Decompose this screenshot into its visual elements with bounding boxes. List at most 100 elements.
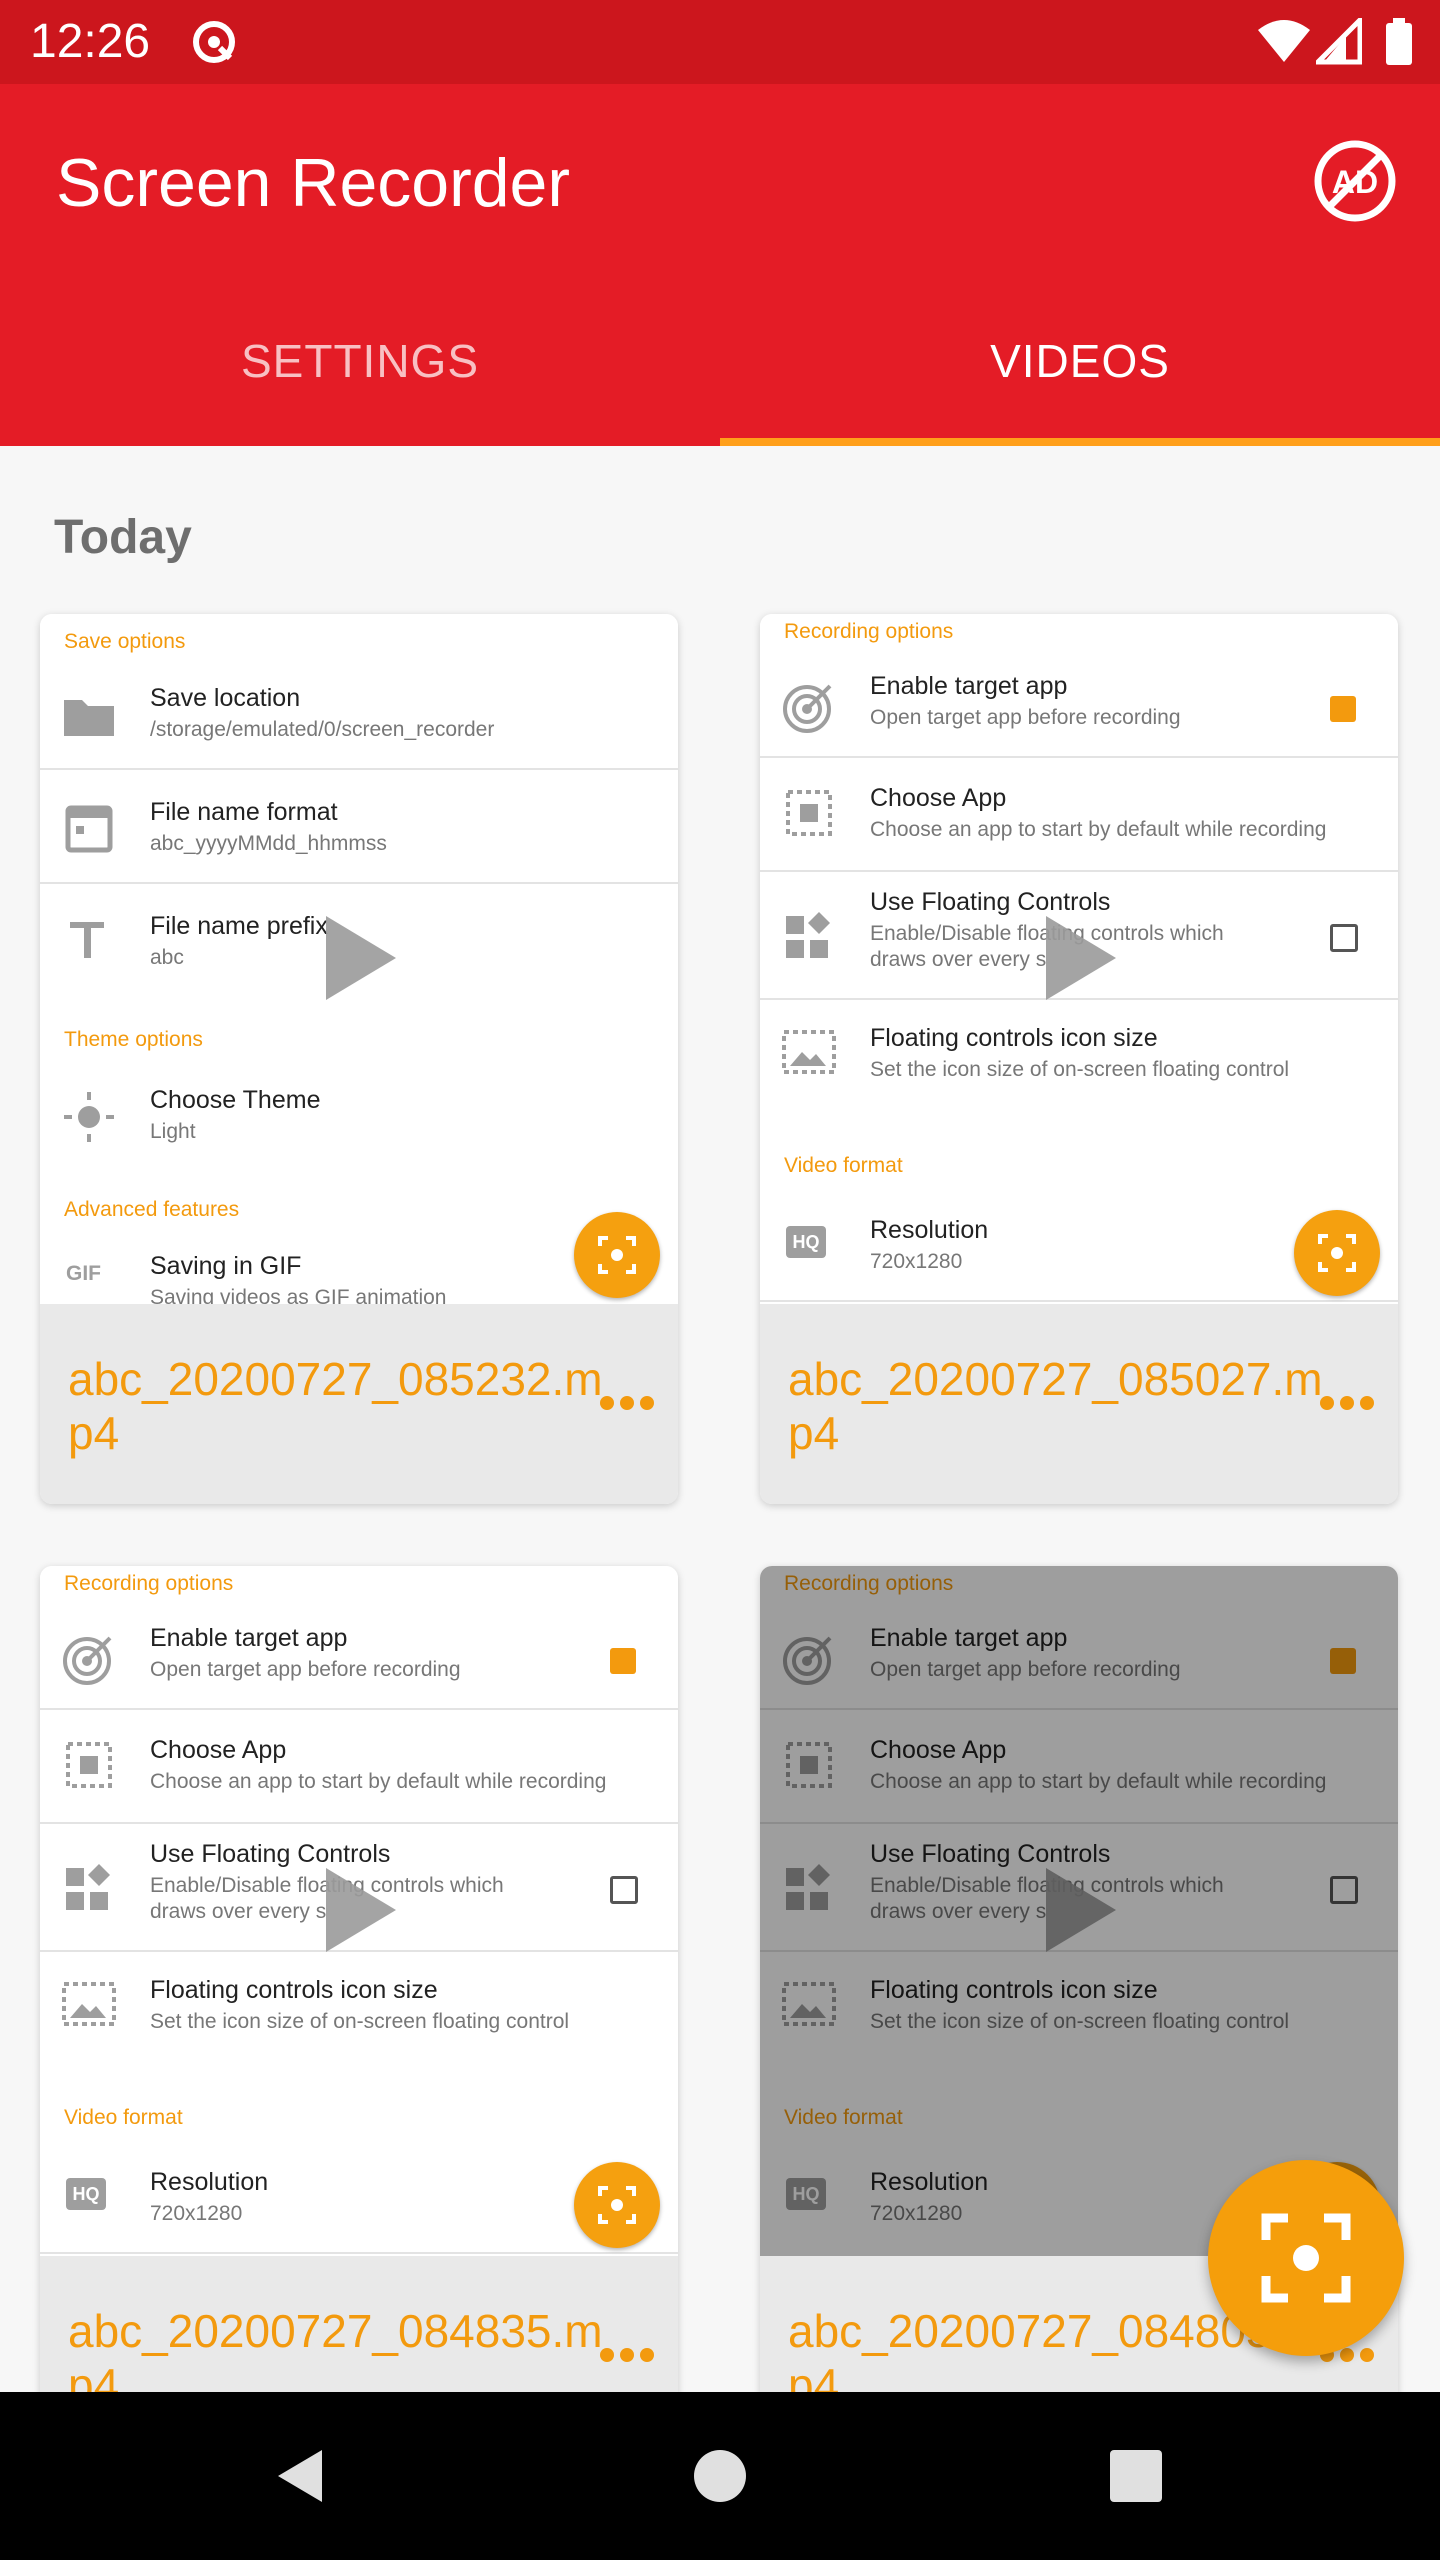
- preview-row-title: Choose Theme: [150, 1086, 321, 1114]
- video-thumbnail[interactable]: Recording options Enable target app Open…: [760, 1566, 1398, 2256]
- preview-row-title: Use Floating Controls: [150, 1840, 391, 1868]
- app-bar: Screen Recorder AD SETTINGS VIDEOS: [0, 84, 1440, 446]
- preview-row-subtitle: 720x1280: [870, 1250, 963, 1273]
- preview-row: Choose Theme Light: [40, 1066, 678, 1176]
- select-app-icon: [66, 1742, 112, 1788]
- preview-row-title: File name prefix: [150, 912, 328, 940]
- preview-group-label: Video format: [64, 2106, 183, 2129]
- preview-row-subtitle: 720x1280: [150, 2202, 243, 2225]
- preview-row-subtitle: Choose an app to start by default while …: [150, 1770, 607, 1793]
- preview-row-title: Saving in GIF: [150, 1252, 302, 1280]
- video-name[interactable]: abc_20200727_085232.mp4: [68, 1352, 608, 1460]
- gif-icon: GIF: [66, 1262, 101, 1285]
- home-icon[interactable]: [690, 2446, 750, 2506]
- preview-row-title: Floating controls icon size: [870, 1024, 1158, 1052]
- select-app-icon: [786, 790, 832, 836]
- divider: [760, 1300, 1398, 1302]
- preview-group-label: Advanced features: [64, 1198, 240, 1221]
- preview-row-title: Choose App: [150, 1736, 287, 1764]
- preview-row-title: File name format: [150, 798, 338, 826]
- preview-row-subtitle: Open target app before recording: [150, 1658, 461, 1681]
- video-card[interactable]: Save options Save location /storage/emul…: [40, 614, 678, 1504]
- preview-row: Choose App Choose an app to start by def…: [40, 1710, 678, 1822]
- divider: [40, 2252, 678, 2254]
- preview-row-subtitle: Set the icon size of on-screen floating …: [870, 1058, 1290, 1081]
- status-bar: 12:26: [0, 0, 1440, 84]
- hq-icon: HQ: [786, 1226, 826, 1258]
- video-thumbnail[interactable]: Save options Save location /storage/emul…: [40, 614, 678, 1304]
- app-title: Screen Recorder: [56, 145, 571, 221]
- widgets-icon: [66, 1864, 110, 1910]
- preview-row-title: Use Floating Controls: [870, 888, 1111, 916]
- preview-group-label: Recording options: [64, 1572, 234, 1595]
- more-icon[interactable]: [600, 2348, 660, 2368]
- record-screen-icon: [1294, 1210, 1380, 1296]
- preview-row-title: Enable target app: [150, 1624, 348, 1652]
- icon-size-icon: [62, 1982, 116, 2026]
- preview-row-title: Resolution: [150, 2168, 269, 2196]
- preview-row: Enable target app Open target app before…: [40, 1606, 678, 1706]
- signal-icon: [1316, 18, 1362, 65]
- checkbox-unchecked: [1330, 924, 1358, 952]
- record-screen-icon: [1261, 2213, 1351, 2303]
- no-ads-icon[interactable]: AD: [1312, 138, 1398, 224]
- play-icon[interactable]: [1046, 916, 1116, 1000]
- status-time: 12:26: [30, 15, 151, 68]
- preview-row-title: Enable target app: [870, 672, 1068, 700]
- battery-icon: [1386, 18, 1412, 65]
- preview-group-label: Video format: [784, 1154, 903, 1177]
- preview-row: File name format abc_yyyyMMdd_hhmmss: [40, 770, 678, 882]
- checkbox-unchecked: [610, 1876, 638, 1904]
- preview-row: Floating controls icon size Set the icon…: [40, 1952, 678, 2062]
- preview-row: Choose App Choose an app to start by def…: [760, 758, 1398, 870]
- preview-row-subtitle: abc: [150, 946, 184, 969]
- play-icon[interactable]: [326, 916, 396, 1000]
- more-icon[interactable]: [600, 1396, 660, 1416]
- record-screen-icon: [574, 2162, 660, 2248]
- preview-row-subtitle: Set the icon size of on-screen floating …: [150, 2010, 570, 2033]
- screen-recorder-status-icon: [193, 21, 235, 63]
- play-icon[interactable]: [326, 1868, 396, 1952]
- preview-row-title: Floating controls icon size: [150, 1976, 438, 2004]
- section-title-today: Today: [54, 511, 192, 564]
- video-card[interactable]: Recording options Enable target app Open…: [760, 614, 1398, 1504]
- target-icon: [63, 1636, 112, 1685]
- target-icon: [783, 684, 832, 733]
- preview-group-label: Save options: [64, 630, 186, 653]
- checkbox-checked: [1330, 696, 1356, 722]
- pressed-overlay: [760, 1566, 1398, 2256]
- preview-row-title: Resolution: [870, 1216, 989, 1244]
- preview-row-subtitle: abc_yyyyMMdd_hhmmss: [150, 832, 387, 855]
- text-icon: [70, 922, 104, 958]
- navigation-bar: [0, 2392, 1440, 2560]
- preview-row-subtitle: draws over every s: [870, 948, 1047, 971]
- checkbox-checked: [610, 1648, 636, 1674]
- preview-row-subtitle: draws over every s: [150, 1900, 327, 1923]
- tab-videos[interactable]: VIDEOS: [720, 334, 1440, 388]
- preview-row-subtitle: /storage/emulated/0/screen_recorder: [150, 718, 495, 741]
- back-icon[interactable]: [270, 2446, 330, 2506]
- record-fab[interactable]: [1208, 2160, 1404, 2356]
- more-icon[interactable]: [1320, 1396, 1380, 1416]
- preview-row-subtitle: Light: [150, 1120, 196, 1143]
- video-thumbnail[interactable]: Recording options Enable target app Open…: [760, 614, 1398, 1304]
- recents-icon[interactable]: [1106, 2446, 1166, 2506]
- preview-row-title: Save location: [150, 684, 301, 712]
- tab-settings[interactable]: SETTINGS: [0, 334, 720, 388]
- video-card[interactable]: Recording options Enable target app Open…: [40, 1566, 678, 2456]
- brightness-icon: [64, 1092, 114, 1142]
- preview-row: Enable target app Open target app before…: [760, 654, 1398, 754]
- preview-row-title: Choose App: [870, 784, 1007, 812]
- preview-group-label: Recording options: [784, 620, 954, 643]
- icon-size-icon: [782, 1030, 836, 1074]
- preview-group-label: Theme options: [64, 1028, 203, 1051]
- video-thumbnail[interactable]: Recording options Enable target app Open…: [40, 1566, 678, 2256]
- record-screen-icon: [574, 1212, 660, 1298]
- video-card-footer: abc_20200727_085027.mp4: [760, 1304, 1398, 1504]
- widgets-icon: [786, 912, 830, 958]
- calendar-icon: [65, 805, 113, 853]
- video-name[interactable]: abc_20200727_085027.mp4: [788, 1352, 1328, 1460]
- preview-row: Save location /storage/emulated/0/screen…: [40, 670, 678, 766]
- preview-row-subtitle: Choose an app to start by default while …: [870, 818, 1327, 841]
- video-card-footer: abc_20200727_085232.mp4: [40, 1304, 678, 1504]
